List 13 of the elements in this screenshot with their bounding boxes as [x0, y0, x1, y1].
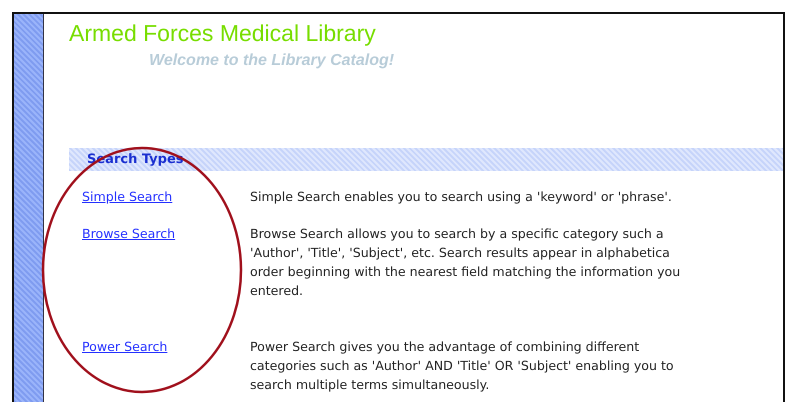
- search-type-link[interactable]: Simple Search: [82, 189, 172, 204]
- description-line: categories such as 'Author' AND 'Title' OR 'Subject' enabling you to: [250, 357, 674, 375]
- description-line: entered.: [250, 282, 304, 300]
- description-line: Browse Search allows you to search by a specific category such a: [250, 225, 664, 243]
- description-line: order beginning with the nearest field matching the information you: [250, 263, 680, 281]
- description-line: Simple Search enables you to search using a 'keyword' or 'phrase'.: [250, 188, 672, 206]
- welcome-subtitle: Welcome to the Library Catalog!: [149, 52, 394, 70]
- search-type-link[interactable]: Browse Search: [82, 226, 176, 241]
- library-title: Armed Forces Medical Library: [69, 20, 376, 47]
- search-type-link[interactable]: Power Search: [82, 339, 168, 354]
- description-line: 'Author', 'Title', 'Subject', etc. Search results appear in alphabetica: [250, 244, 670, 262]
- description-line: search multiple terms simultaneously.: [250, 376, 490, 394]
- description-line: Power Search gives you the advantage of combining different: [250, 338, 640, 356]
